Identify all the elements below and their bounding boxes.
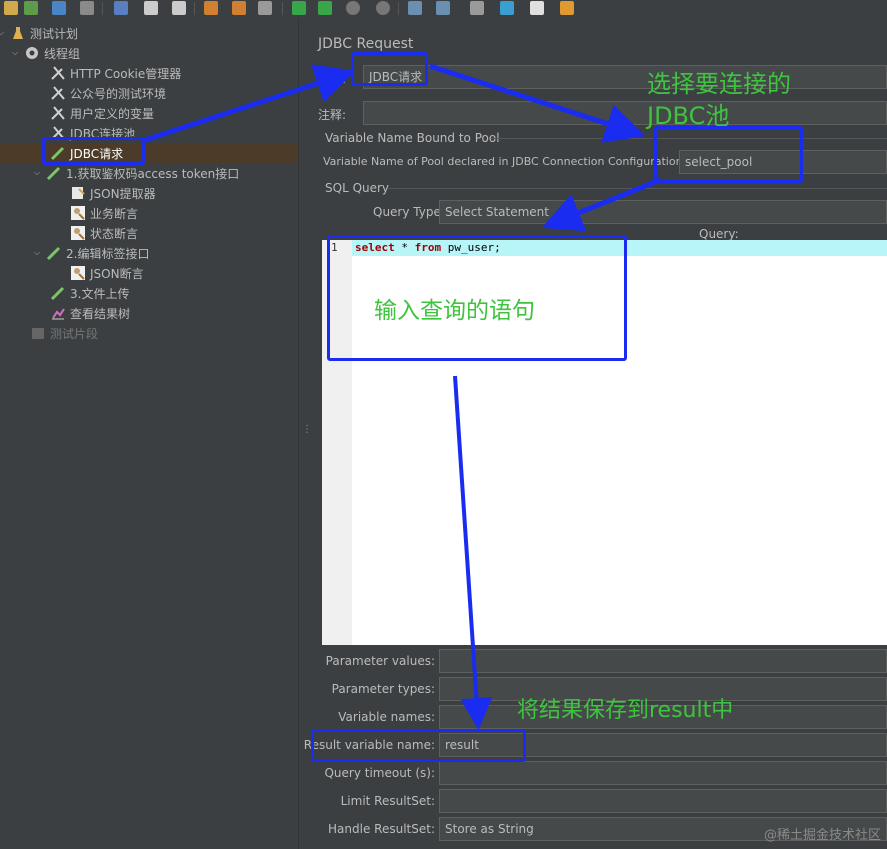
query-timeout-field[interactable] [439, 761, 887, 785]
tree-node-cookie-manager[interactable]: HTTP Cookie管理器 [0, 63, 298, 83]
pool-label: Variable Name of Pool declared in JDBC C… [323, 155, 687, 168]
tree-node-test-fragment[interactable]: 测试片段 [0, 323, 298, 343]
annotation-text-pool-line1: 选择要连接的 [647, 70, 791, 98]
annotation-text-pool-line2: JDBC池 [647, 102, 730, 130]
chevron-down-icon[interactable]: ⌵ [0, 28, 6, 38]
annotation-text-result: 将结果保存到result中 [517, 698, 734, 723]
expand-icon[interactable] [204, 1, 218, 15]
splitter-grip-icon[interactable]: ⋮ [302, 425, 312, 442]
watermark: @稀土掘金技术社区 [763, 828, 881, 843]
param-values-label: Parameter values: [325, 654, 435, 668]
panel-title: JDBC Request [318, 36, 414, 52]
limit-resultset-label: Limit ResultSet: [340, 794, 435, 808]
chevron-down-icon[interactable]: ⌵ [32, 248, 42, 258]
pool-group-title: Variable Name Bound to Pool [325, 131, 500, 145]
clear-all-icon[interactable] [436, 1, 450, 15]
tree-node-business-assertion[interactable]: 业务断言 [0, 203, 298, 223]
pipette-icon [50, 285, 66, 301]
open-icon[interactable] [52, 1, 66, 15]
collapse-icon[interactable] [232, 1, 246, 15]
tree-node-thread-group[interactable]: ⌵ 线程组 [0, 43, 298, 63]
templates-icon[interactable] [24, 1, 38, 15]
chevron-down-icon[interactable]: ⌵ [10, 48, 20, 58]
paste-icon[interactable] [172, 1, 186, 15]
query-timeout-label: Query timeout (s): [324, 766, 435, 780]
tree-node-results-tree[interactable]: 查看结果树 [0, 303, 298, 323]
annotation-box-tree-jdbc-request [42, 137, 145, 165]
pipette-icon [46, 245, 62, 261]
clear-icon[interactable] [408, 1, 422, 15]
flask-icon [10, 25, 26, 41]
tree-node-test-env[interactable]: 公众号的测试环境 [0, 83, 298, 103]
tree-node-json-assertion[interactable]: JSON断言 [0, 263, 298, 283]
extractor-icon [70, 185, 86, 201]
param-types-label: Parameter types: [331, 682, 435, 696]
query-type-select[interactable]: Select Statement [439, 200, 887, 224]
assertion-icon [70, 225, 86, 241]
tree-node-edit-tag[interactable]: ⌵ 2.编辑标签接口 [0, 243, 298, 263]
save-icon[interactable] [80, 1, 94, 15]
fragment-icon [30, 325, 46, 341]
chevron-down-icon[interactable]: ⌵ [32, 168, 42, 178]
reset-search-icon[interactable] [500, 1, 514, 15]
gear-icon [24, 45, 40, 61]
tree-node-user-vars[interactable]: 用户定义的变量 [0, 103, 298, 123]
comment-label: 注释: [318, 108, 347, 122]
start-no-pause-icon[interactable] [318, 1, 332, 15]
variable-names-label: Variable names: [338, 710, 435, 724]
toggle-icon[interactable] [258, 1, 272, 15]
chart-icon [50, 305, 66, 321]
tree-node-json-extractor[interactable]: JSON提取器 [0, 183, 298, 203]
assertion-icon [70, 265, 86, 281]
param-values-field[interactable] [439, 649, 887, 673]
wrench-icon [50, 65, 66, 81]
help-icon[interactable] [560, 1, 574, 15]
pipette-icon [46, 165, 62, 181]
tree-node-file-upload[interactable]: 3.文件上传 [0, 283, 298, 303]
cut-icon[interactable] [114, 1, 128, 15]
sql-group-title: SQL Query [325, 181, 390, 195]
new-icon[interactable] [4, 1, 18, 15]
wrench-icon [50, 105, 66, 121]
tree-node-test-plan[interactable]: ⌵ 测试计划 [0, 23, 298, 43]
start-icon[interactable] [292, 1, 306, 15]
annotation-text-query: 输入查询的语句 [374, 298, 535, 324]
name-label: 名称: [318, 72, 347, 86]
tree-node-get-token[interactable]: ⌵ 1.获取鉴权码access token接口 [0, 163, 298, 183]
handle-resultset-label: Handle ResultSet: [328, 822, 435, 836]
function-helper-icon[interactable] [530, 1, 544, 15]
search-icon[interactable] [470, 1, 484, 15]
query-label: Query: [699, 227, 739, 241]
wrench-icon [50, 85, 66, 101]
name-field[interactable]: JDBC请求 [363, 65, 887, 89]
annotation-box-name [351, 52, 428, 86]
tree-node-status-assertion[interactable]: 状态断言 [0, 223, 298, 243]
comment-field[interactable] [363, 101, 887, 125]
annotation-box-result [311, 729, 526, 762]
assertion-icon [70, 205, 86, 221]
annotation-box-pool [654, 126, 803, 183]
copy-icon[interactable] [144, 1, 158, 15]
query-type-label: Query Type: [373, 205, 445, 219]
limit-resultset-field[interactable] [439, 789, 887, 813]
shutdown-icon[interactable] [376, 1, 390, 15]
stop-icon[interactable] [346, 1, 360, 15]
toolbar [0, 0, 887, 19]
